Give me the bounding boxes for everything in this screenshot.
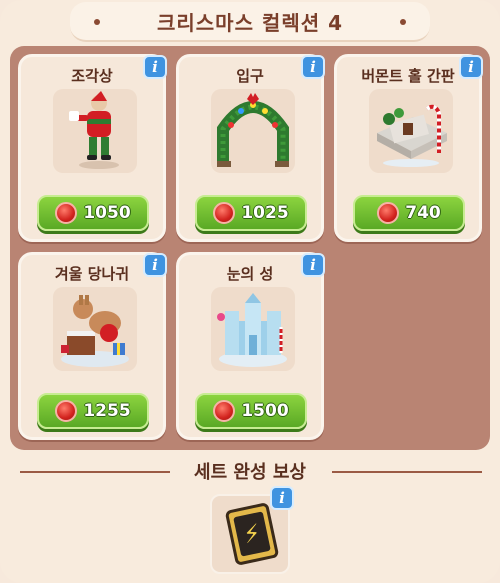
item-card-vermont-sign: 버몬트 홀 간판 i 740 (334, 54, 483, 242)
lightning-card-icon: ⚡ (224, 502, 280, 566)
page-title: 크리스마스 컬렉션 4 (156, 10, 344, 35)
christmas-arch-icon (211, 89, 295, 173)
info-icon[interactable]: i (301, 55, 325, 79)
info-icon[interactable]: i (301, 253, 325, 277)
item-name: 조각상 (71, 67, 113, 85)
title-bar: 크리스마스 컬렉션 4 (70, 2, 430, 42)
item-card-snow-castle: 눈의 성 i 1500 (176, 252, 325, 440)
winter-donkey-icon (53, 287, 137, 371)
santa-statue-icon (53, 89, 137, 173)
item-name: 버몬트 홀 간판 (361, 67, 455, 85)
reward-item[interactable]: ⚡ i (210, 486, 294, 574)
buy-button[interactable]: 1500 (195, 393, 307, 429)
buy-button[interactable]: 740 (353, 195, 465, 231)
info-icon[interactable]: i (143, 253, 167, 277)
item-card-entrance: 입구 i 1025 (176, 54, 325, 242)
buy-button[interactable]: 1255 (37, 393, 149, 429)
divider-right (332, 471, 482, 473)
item-name: 겨울 당나귀 (54, 265, 130, 283)
coin-icon (213, 400, 236, 422)
info-icon[interactable]: i (143, 55, 167, 79)
item-name: 눈의 성 (226, 265, 274, 283)
vermont-hall-sign-icon (369, 89, 453, 173)
collection-panel: 크리스마스 컬렉션 4 조각상 i 1050 입구 i 1025 버몬트 홀 간… (0, 0, 500, 583)
price-value: 1025 (241, 203, 289, 223)
info-icon[interactable]: i (459, 55, 483, 79)
coin-icon (55, 202, 78, 224)
coin-icon (213, 202, 236, 224)
snow-castle-icon (211, 287, 295, 371)
coin-icon (55, 400, 78, 422)
buy-button[interactable]: 1050 (37, 195, 149, 231)
buy-button[interactable]: 1025 (195, 195, 307, 231)
price-value: 1255 (83, 401, 131, 421)
price-value: 1050 (83, 203, 131, 223)
price-value: 740 (405, 203, 441, 223)
item-name: 입구 (236, 67, 264, 85)
title-dot-right (400, 19, 406, 25)
info-icon[interactable]: i (270, 486, 294, 510)
title-dot-left (94, 19, 100, 25)
item-card-winter-donkey: 겨울 당나귀 i 1255 (18, 252, 167, 440)
price-value: 1500 (241, 401, 289, 421)
coin-icon (377, 202, 400, 224)
item-card-statue: 조각상 i 1050 (18, 54, 167, 242)
